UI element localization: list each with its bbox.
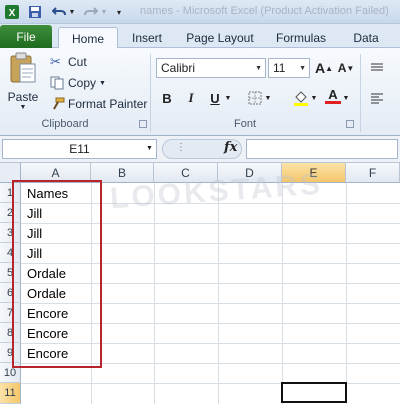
scissors-icon: ✂ bbox=[50, 54, 61, 69]
svg-text:X: X bbox=[9, 8, 16, 19]
grow-arrow-icon: ▲ bbox=[325, 63, 334, 73]
redo-dropdown-icon[interactable]: ▼ bbox=[100, 3, 108, 21]
shrink-font-button[interactable]: A ▼ bbox=[336, 59, 356, 77]
fill-color-dropdown-icon[interactable]: ▼ bbox=[310, 89, 318, 107]
grid-line bbox=[154, 183, 155, 404]
copy-label: Copy bbox=[68, 76, 97, 90]
font-name-dropdown-icon: ▼ bbox=[255, 65, 262, 72]
font-name-combo[interactable]: Calibri ▼ bbox=[156, 58, 266, 78]
tab-insert[interactable]: Insert bbox=[124, 27, 170, 48]
ribbon-tabs: File Home Insert Page Layout Formulas Da… bbox=[0, 24, 400, 49]
tab-page-layout[interactable]: Page Layout bbox=[180, 27, 260, 48]
underline-dropdown-icon[interactable]: ▼ bbox=[224, 89, 232, 107]
copy-button[interactable]: Copy ▼ bbox=[50, 74, 106, 92]
font-name-value: Calibri bbox=[161, 61, 196, 75]
save-icon[interactable] bbox=[26, 3, 44, 21]
copy-dropdown-icon: ▼ bbox=[99, 79, 106, 87]
grid-line bbox=[218, 183, 219, 404]
grid-line bbox=[346, 183, 347, 404]
paint-bucket-icon bbox=[294, 91, 308, 106]
copy-icon bbox=[50, 76, 64, 90]
italic-button[interactable]: I bbox=[182, 89, 200, 107]
font-group-label: Font bbox=[233, 118, 256, 130]
align-top-button[interactable] bbox=[368, 59, 386, 77]
bold-button[interactable]: B bbox=[158, 89, 176, 107]
paste-dropdown-icon: ▼ bbox=[19, 104, 27, 111]
formula-grip-icon: ⋮ bbox=[176, 142, 186, 153]
align-left-icon bbox=[371, 93, 383, 104]
font-size-dropdown-icon: ▼ bbox=[299, 65, 306, 72]
paste-icon bbox=[10, 52, 36, 83]
font-size-combo[interactable]: 11 ▼ bbox=[268, 58, 310, 78]
column-header-f[interactable]: F bbox=[346, 163, 400, 183]
paste-label: Paste bbox=[7, 90, 39, 104]
ribbon-home: Paste ▼ ✂ Cut Copy ▼ Format Painter Clip… bbox=[0, 48, 400, 136]
font-color-button[interactable]: A bbox=[324, 87, 342, 105]
name-box-dropdown-icon[interactable]: ▼ bbox=[146, 145, 153, 152]
tab-data[interactable]: Data bbox=[346, 27, 386, 48]
active-cell-e11[interactable] bbox=[281, 382, 347, 403]
borders-dropdown-icon[interactable]: ▼ bbox=[264, 89, 272, 107]
row-header-11[interactable]: 11 bbox=[0, 383, 21, 404]
clipboard-group-label: Clipboard bbox=[41, 118, 89, 130]
tab-formulas[interactable]: Formulas bbox=[270, 27, 332, 48]
customize-qat-icon[interactable]: ▾ bbox=[114, 3, 124, 21]
cut-label: Cut bbox=[68, 55, 87, 69]
shrink-font-icon: A bbox=[337, 61, 347, 75]
font-color-letter: A bbox=[328, 87, 338, 102]
align-lines-icon bbox=[371, 63, 383, 71]
group-divider bbox=[360, 54, 361, 132]
format-painter-button[interactable]: Format Painter bbox=[50, 95, 147, 113]
underline-button[interactable]: U bbox=[206, 89, 224, 107]
tab-file[interactable]: File bbox=[0, 25, 52, 48]
fill-color-button[interactable] bbox=[292, 89, 310, 107]
undo-icon[interactable] bbox=[50, 3, 68, 21]
paintbrush-icon bbox=[53, 97, 65, 110]
format-painter-label: Format Painter bbox=[68, 97, 148, 111]
title-bar: X ▼ ▼ ▾ names - Microsoft Excel (Product… bbox=[0, 0, 400, 24]
paste-button[interactable]: Paste ▼ bbox=[4, 52, 42, 112]
font-color-dropdown-icon[interactable]: ▼ bbox=[342, 89, 350, 107]
tab-home[interactable]: Home bbox=[58, 27, 118, 49]
borders-button[interactable] bbox=[246, 89, 264, 107]
formula-input[interactable] bbox=[246, 139, 398, 159]
grow-font-button[interactable]: A ▲ bbox=[314, 59, 334, 77]
formula-bar: E11 ▼ ⋮ fx bbox=[0, 136, 400, 163]
clipboard-launcher-icon[interactable] bbox=[139, 120, 147, 128]
undo-dropdown-icon[interactable]: ▼ bbox=[68, 3, 76, 21]
borders-icon bbox=[248, 91, 262, 105]
highlight-annotation-box bbox=[12, 180, 102, 368]
grow-font-icon: A bbox=[314, 60, 326, 76]
name-box[interactable]: E11 bbox=[2, 139, 157, 159]
window-title: names - Microsoft Excel (Product Activat… bbox=[140, 5, 389, 17]
shrink-arrow-icon: ▼ bbox=[346, 63, 355, 73]
insert-function-button[interactable]: fx bbox=[224, 140, 237, 155]
grid-line bbox=[282, 183, 283, 404]
excel-app-icon[interactable]: X bbox=[3, 3, 21, 21]
align-left-button[interactable] bbox=[368, 89, 386, 107]
font-launcher-icon[interactable] bbox=[346, 120, 354, 128]
font-color-swatch bbox=[325, 101, 341, 104]
cut-button[interactable]: ✂ Cut bbox=[50, 53, 87, 71]
font-size-value: 11 bbox=[273, 61, 286, 75]
redo-icon[interactable] bbox=[82, 3, 100, 21]
group-divider bbox=[150, 54, 151, 132]
